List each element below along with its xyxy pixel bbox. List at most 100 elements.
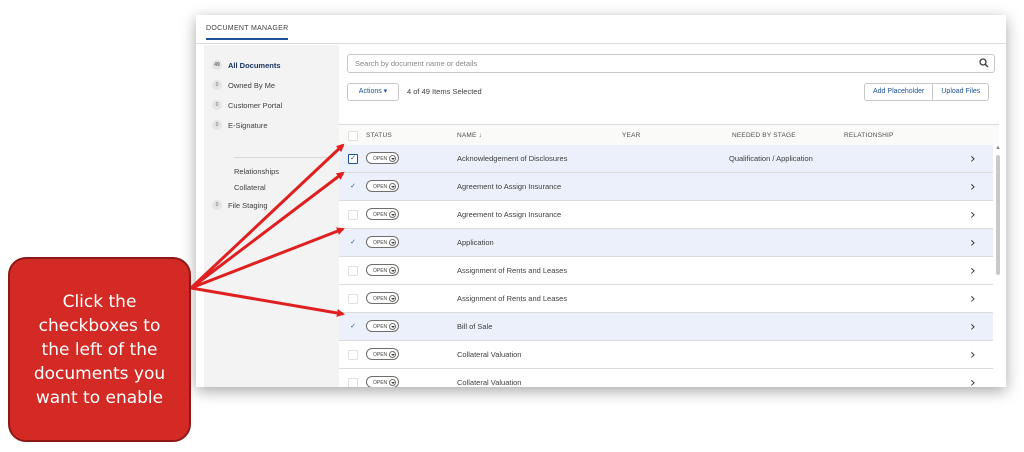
sidebar-item-file-staging[interactable]: 0 File Staging — [212, 200, 268, 210]
header-year[interactable]: YEAR — [622, 132, 641, 139]
document-name[interactable]: Assignment of Rents and Leases — [457, 294, 567, 303]
sidebar-item-label: Customer Portal — [228, 100, 283, 110]
document-name[interactable]: Assignment of Rents and Leases — [457, 266, 567, 275]
status-dropdown[interactable]: OPEN — [366, 236, 399, 248]
row-checkbox[interactable]: ✓ — [348, 182, 358, 192]
sidebar-item-label: All Documents — [228, 60, 281, 70]
sidebar: 49 All Documents 0 Owned By Me 0 Custome… — [204, 45, 339, 387]
status-dropdown[interactable]: OPEN — [366, 348, 399, 360]
header-status[interactable]: STATUS — [366, 132, 392, 139]
status-label: OPEN — [373, 324, 388, 330]
chevron-down-icon — [389, 239, 396, 246]
upload-files-button[interactable]: Upload Files — [932, 84, 988, 100]
sidebar-divider — [234, 157, 329, 158]
count-badge: 49 — [212, 60, 222, 70]
status-dropdown[interactable]: OPEN — [366, 208, 399, 220]
row-checkbox[interactable]: ✓ — [348, 238, 358, 248]
table-header: STATUS NAME ↓ YEAR NEEDED BY STAGE RELAT… — [339, 124, 999, 147]
chevron-right-icon[interactable]: › — [970, 179, 976, 195]
table-row[interactable]: ✓ OPEN Agreement to Assign Insurance › — [339, 173, 994, 201]
chevron-right-icon[interactable]: › — [970, 263, 976, 279]
actions-button[interactable]: Actions ▾ — [347, 83, 399, 101]
sidebar-item-relationships[interactable]: Relationships — [234, 167, 279, 176]
chevron-right-icon[interactable]: › — [970, 347, 976, 363]
status-dropdown[interactable]: OPEN — [366, 292, 399, 304]
row-checkbox[interactable]: ✓ — [348, 154, 358, 164]
chevron-right-icon[interactable]: › — [970, 207, 976, 223]
document-name[interactable]: Collateral Valuation — [457, 378, 521, 387]
status-label: OPEN — [373, 212, 388, 218]
tab-bar: DOCUMENT MANAGER — [196, 15, 1006, 44]
table-row[interactable]: OPEN Agreement to Assign Insurance › — [339, 201, 994, 229]
sidebar-item-owned-by-me[interactable]: 0 Owned By Me — [212, 80, 275, 90]
row-checkbox[interactable]: ✓ — [348, 322, 358, 332]
status-label: OPEN — [373, 296, 388, 302]
table-row[interactable]: OPEN Assignment of Rents and Leases › — [339, 285, 994, 313]
main-panel: Search by document name or details Actio… — [339, 45, 1006, 387]
table-row[interactable]: ✓ OPEN Application › — [339, 229, 994, 257]
row-checkbox[interactable] — [348, 294, 358, 304]
status-dropdown[interactable]: OPEN — [366, 376, 399, 387]
header-name[interactable]: NAME ↓ — [457, 132, 482, 139]
status-label: OPEN — [373, 240, 388, 246]
chevron-down-icon — [389, 211, 396, 218]
status-label: OPEN — [373, 268, 388, 274]
chevron-right-icon[interactable]: › — [970, 375, 976, 387]
chevron-right-icon[interactable]: › — [970, 151, 976, 167]
status-label: OPEN — [373, 380, 388, 386]
sidebar-item-collateral[interactable]: Collateral — [234, 183, 266, 192]
table-row[interactable]: OPEN Collateral Valuation › — [339, 341, 994, 369]
chevron-down-icon — [389, 183, 396, 190]
search-placeholder: Search by document name or details — [355, 59, 478, 68]
table-row[interactable]: OPEN Collateral Valuation › — [339, 369, 994, 387]
chevron-right-icon[interactable]: › — [970, 235, 976, 251]
row-checkbox[interactable] — [348, 378, 358, 387]
status-dropdown[interactable]: OPEN — [366, 320, 399, 332]
sidebar-item-customer-portal[interactable]: 0 Customer Portal — [212, 100, 282, 110]
selected-count: 4 of 49 Items Selected — [407, 87, 482, 96]
status-label: OPEN — [373, 184, 388, 190]
header-needed-by-stage[interactable]: NEEDED BY STAGE — [732, 132, 796, 139]
toolbar-button-group: Add Placeholder Upload Files — [864, 83, 990, 101]
chevron-right-icon[interactable]: › — [970, 291, 976, 307]
instruction-callout: Click the checkboxes to the left of the … — [8, 257, 191, 442]
sidebar-item-label: Owned By Me — [228, 80, 276, 90]
row-checkbox[interactable] — [348, 266, 358, 276]
table-row[interactable]: ✓ OPEN Bill of Sale › — [339, 313, 994, 341]
chevron-down-icon — [389, 155, 396, 162]
status-label: OPEN — [373, 352, 388, 358]
status-dropdown[interactable]: OPEN — [366, 152, 399, 164]
needed-by-stage: Qualification / Application — [729, 154, 813, 163]
table-row[interactable]: OPEN Assignment of Rents and Leases › — [339, 257, 994, 285]
callout-text: Click the checkboxes to the left of the … — [33, 291, 166, 408]
row-checkbox[interactable] — [348, 350, 358, 360]
sidebar-item-e-signature[interactable]: 0 E-Signature — [212, 120, 268, 130]
sidebar-item-all-documents[interactable]: 49 All Documents — [212, 60, 281, 70]
chevron-down-icon — [389, 351, 396, 358]
chevron-down-icon — [389, 379, 396, 386]
scroll-thumb[interactable] — [996, 155, 1000, 275]
document-name[interactable]: Agreement to Assign Insurance — [457, 210, 561, 219]
document-name[interactable]: Agreement to Assign Insurance — [457, 182, 561, 191]
document-name[interactable]: Bill of Sale — [457, 322, 492, 331]
tab-document-manager[interactable]: DOCUMENT MANAGER — [206, 25, 289, 40]
document-name[interactable]: Acknowledgement of Disclosures — [457, 154, 567, 163]
search-icon[interactable] — [978, 57, 990, 69]
document-name[interactable]: Collateral Valuation — [457, 350, 521, 359]
add-placeholder-button[interactable]: Add Placeholder — [865, 84, 932, 100]
select-all-checkbox[interactable] — [348, 131, 358, 141]
chevron-down-icon — [389, 267, 396, 274]
chevron-right-icon[interactable]: › — [970, 319, 976, 335]
search-input[interactable]: Search by document name or details — [347, 54, 995, 73]
vertical-scrollbar[interactable]: ▲ — [993, 145, 1003, 387]
status-dropdown[interactable]: OPEN — [366, 180, 399, 192]
status-label: OPEN — [373, 156, 388, 162]
row-checkbox[interactable] — [348, 210, 358, 220]
status-dropdown[interactable]: OPEN — [366, 264, 399, 276]
scroll-up-icon[interactable]: ▲ — [995, 145, 1001, 151]
header-relationship[interactable]: RELATIONSHIP — [844, 132, 894, 139]
count-badge: 0 — [212, 120, 222, 130]
table-row[interactable]: ✓ OPEN Acknowledgement of Disclosures Qu… — [339, 145, 994, 173]
document-name[interactable]: Application — [457, 238, 494, 247]
count-badge: 0 — [212, 100, 222, 110]
